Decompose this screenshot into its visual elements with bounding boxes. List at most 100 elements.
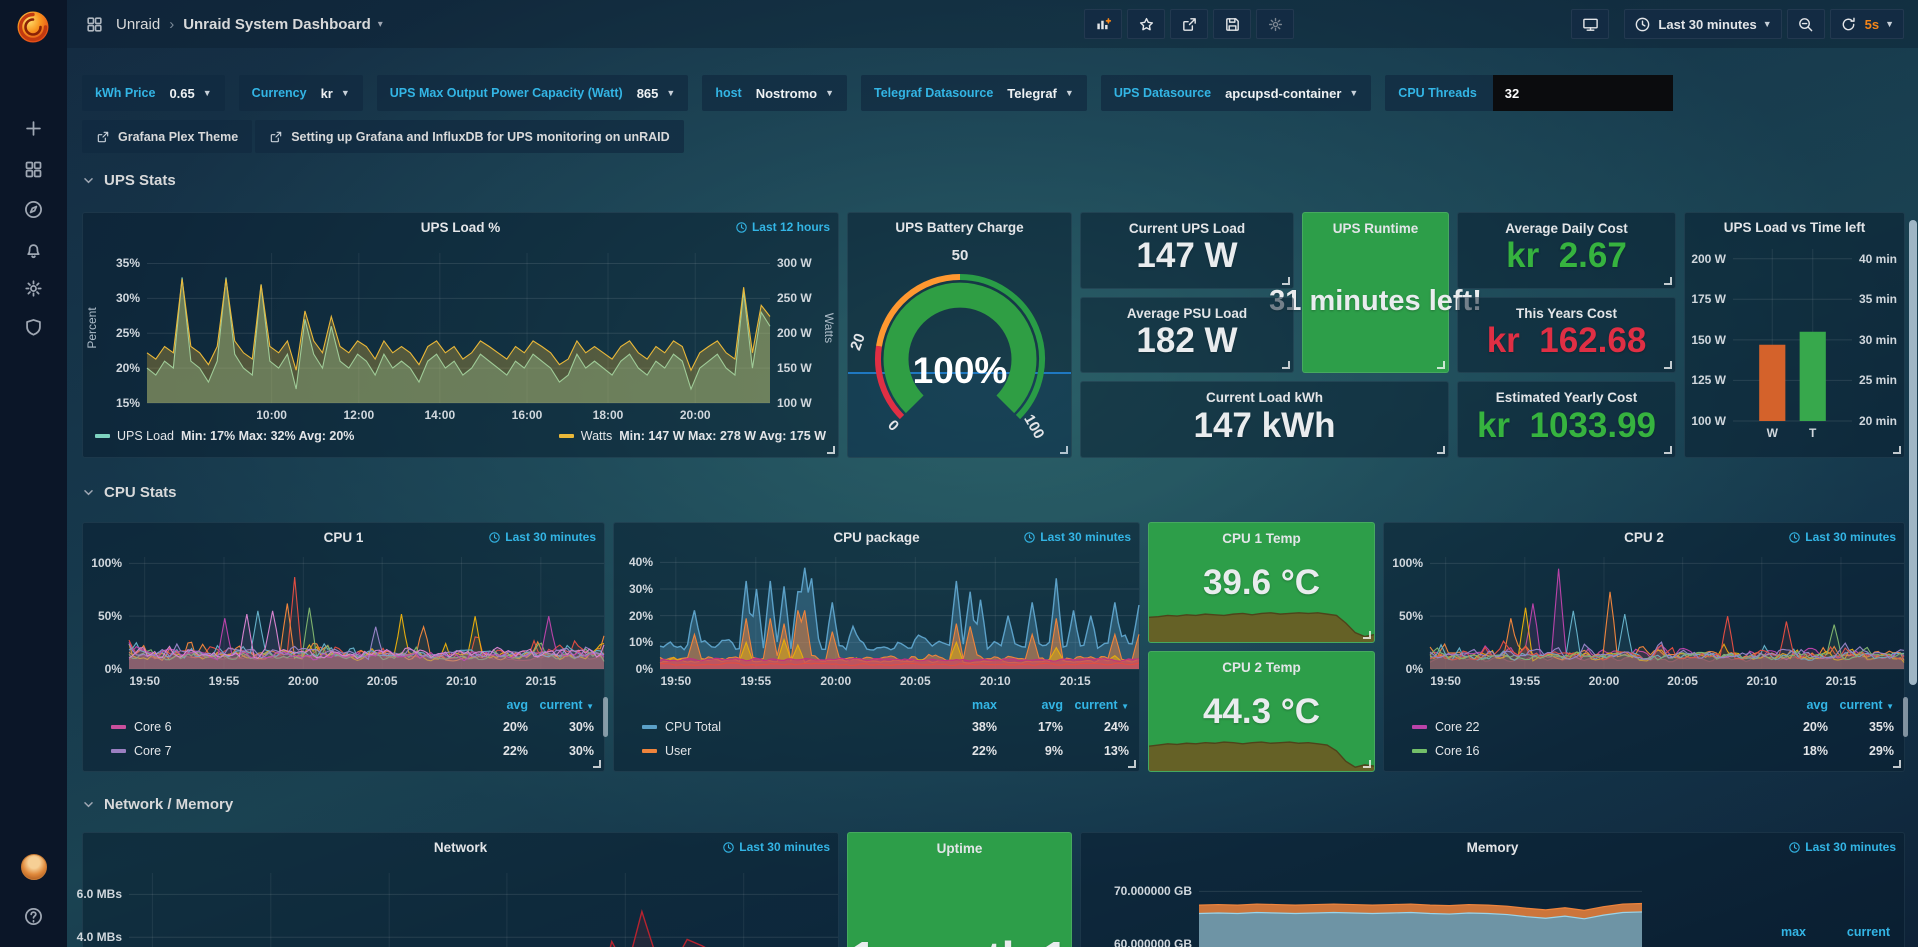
toolbar-share-button[interactable] <box>1170 9 1208 39</box>
plot-area[interactable] <box>1199 873 1642 947</box>
title-caret-icon[interactable]: ▾ <box>378 19 383 30</box>
plot-area[interactable] <box>129 873 838 947</box>
panel-time-range[interactable]: Last 30 minutes <box>1023 530 1131 544</box>
y-axis-ticks: 6.0 MBs4.0 MBs2.0 MBs <box>83 873 129 947</box>
legend-series-name[interactable]: Core 6 <box>134 720 172 734</box>
variable-value: Nostromo <box>756 86 817 101</box>
panel-average-daily-cost: Average Daily Cost kr 2.67 <box>1457 212 1676 289</box>
plot-area[interactable]: 19:5019:5520:0020:0520:1020:15 <box>1430 557 1904 669</box>
panel-title[interactable]: CPU 2 <box>1624 530 1664 545</box>
legend-col-max[interactable]: max <box>1722 925 1806 939</box>
section-ups-stats[interactable]: UPS Stats <box>82 172 176 189</box>
sidebar-user-avatar[interactable] <box>0 847 67 887</box>
toolbar-add-panel-button[interactable] <box>1084 9 1122 39</box>
toolbar-gear-button[interactable] <box>1256 9 1294 39</box>
legend-col-avg[interactable]: avg <box>1762 698 1828 712</box>
variable-input[interactable] <box>1493 75 1673 111</box>
sidebar-item-help[interactable] <box>0 896 67 936</box>
panel-title[interactable]: This Years Cost <box>1516 306 1617 321</box>
variable-ups-datasource[interactable]: UPS Datasourceapcupsd-container▼ <box>1101 75 1371 111</box>
legend-col-avg[interactable]: avg <box>997 698 1063 712</box>
panel-title[interactable]: UPS Battery Charge <box>895 220 1023 235</box>
sidebar-item-apps[interactable] <box>0 149 67 189</box>
variable-currency[interactable]: Currencykr▼ <box>239 75 363 111</box>
dashboard-link[interactable]: Grafana Plex Theme <box>82 120 252 153</box>
legend-series-name[interactable]: UPS Load <box>117 429 174 443</box>
sidebar-item-gear[interactable] <box>0 268 67 308</box>
time-range-picker[interactable]: Last 30 minutes▼ <box>1624 9 1781 39</box>
panel-title[interactable]: CPU 1 Temp <box>1222 531 1301 546</box>
panel-title[interactable]: Average PSU Load <box>1127 306 1247 321</box>
clock-icon <box>1788 531 1801 544</box>
zoom-out-button[interactable] <box>1787 9 1825 39</box>
variable-ups-max-output-power-capacity-watt-[interactable]: UPS Max Output Power Capacity (Watt)865▼ <box>377 75 689 111</box>
tv-icon <box>1582 16 1599 33</box>
legend-scrollbar[interactable] <box>603 697 608 737</box>
panel-time-range[interactable]: Last 30 minutes <box>1788 840 1896 854</box>
section-cpu-stats[interactable]: CPU Stats <box>82 484 177 501</box>
legend-col-avg[interactable]: avg <box>462 698 528 712</box>
panel-title[interactable]: Memory <box>1467 840 1519 855</box>
panel-title[interactable]: CPU 1 <box>324 530 364 545</box>
legend-series-name[interactable]: CPU Total <box>665 720 721 734</box>
sidebar-item-plus[interactable] <box>0 108 67 148</box>
page-scrollbar[interactable] <box>1908 0 1918 947</box>
breadcrumb-root[interactable]: Unraid <box>116 16 160 33</box>
legend-series-name[interactable]: Core 7 <box>134 744 172 758</box>
legend-series-name[interactable]: Watts <box>581 429 612 443</box>
dashboard-link[interactable]: Setting up Grafana and InfluxDB for UPS … <box>255 120 683 153</box>
page-title[interactable]: Unraid System Dashboard <box>183 16 371 33</box>
panel-title[interactable]: Current UPS Load <box>1129 221 1245 236</box>
x-axis-tick: 20:15 <box>1060 674 1091 688</box>
panel-cpu2-temp: CPU 2 Temp 44.3 °C <box>1148 651 1375 772</box>
panel-title[interactable]: Average Daily Cost <box>1505 221 1628 236</box>
panel-time-range[interactable]: Last 30 minutes <box>488 530 596 544</box>
sidebar-item-compass[interactable] <box>0 189 67 229</box>
panel-title[interactable]: UPS Load vs Time left <box>1724 220 1866 235</box>
grafana-logo[interactable] <box>13 7 53 47</box>
variable-cpu-threads[interactable]: CPU Threads <box>1385 75 1673 111</box>
sidebar-item-shield[interactable] <box>0 307 67 347</box>
panel-title[interactable]: Estimated Yearly Cost <box>1496 390 1638 405</box>
variable-kwh-price[interactable]: kWh Price0.65▼ <box>82 75 225 111</box>
variable-telegraf-datasource[interactable]: Telegraf DatasourceTelegraf▼ <box>861 75 1087 111</box>
panel-title[interactable]: Network <box>434 840 487 855</box>
legend-col-current[interactable]: current <box>1806 925 1890 939</box>
panel-title[interactable]: CPU 2 Temp <box>1222 660 1301 675</box>
legend-col-current[interactable]: current ▼ <box>1063 698 1129 712</box>
sidebar-item-bell[interactable] <box>0 229 67 269</box>
legend-col-current[interactable]: current ▼ <box>1828 698 1894 712</box>
section-network-memory[interactable]: Network / Memory <box>82 796 233 813</box>
variable-host[interactable]: hostNostromo▼ <box>702 75 847 111</box>
plot-area[interactable]: 10:0012:0014:0016:0018:0020:00 <box>147 253 770 403</box>
panel-title[interactable]: UPS Load % <box>421 220 501 235</box>
panel-time-range[interactable]: Last 30 minutes <box>722 840 830 854</box>
share-icon <box>269 130 283 144</box>
legend-series-name[interactable]: Core 22 <box>1435 720 1479 734</box>
panel-time-range[interactable]: Last 12 hours <box>735 220 830 234</box>
star-icon <box>1138 16 1155 33</box>
legend-col-max[interactable]: max <box>931 698 997 712</box>
panel-time-range[interactable]: Last 30 minutes <box>1788 530 1896 544</box>
stat-value: 31 minutes left! <box>1263 236 1488 372</box>
panel-title[interactable]: Uptime <box>937 841 983 856</box>
plot-area[interactable]: WT <box>1733 249 1852 421</box>
toolbar-star-button[interactable] <box>1127 9 1165 39</box>
panel-title[interactable]: Current Load kWh <box>1206 390 1323 405</box>
legend-col-current[interactable]: current ▼ <box>528 698 594 712</box>
scrollbar-thumb[interactable] <box>1909 220 1917 685</box>
legend-series-name[interactable]: Core 16 <box>1435 744 1479 758</box>
section-title: Network / Memory <box>104 796 233 813</box>
refresh-button[interactable]: 5s▼ <box>1830 9 1904 39</box>
stat-value: kr 162.68 <box>1487 321 1647 373</box>
panel-title[interactable]: CPU package <box>833 530 919 545</box>
legend-series-name[interactable]: User <box>665 744 691 758</box>
dashboard-grid-icon[interactable] <box>85 15 104 34</box>
x-axis-tick: 10:00 <box>256 408 287 422</box>
toolbar-cycle-view-button[interactable] <box>1571 9 1609 39</box>
plot-area[interactable]: 19:5019:5520:0020:0520:1020:15 <box>660 557 1139 669</box>
plot-area[interactable]: 19:5019:5520:0020:0520:1020:15 <box>129 557 604 669</box>
stat-value: 147 W <box>1136 236 1237 288</box>
toolbar-save-button[interactable] <box>1213 9 1251 39</box>
panel-title[interactable]: UPS Runtime <box>1333 221 1419 236</box>
